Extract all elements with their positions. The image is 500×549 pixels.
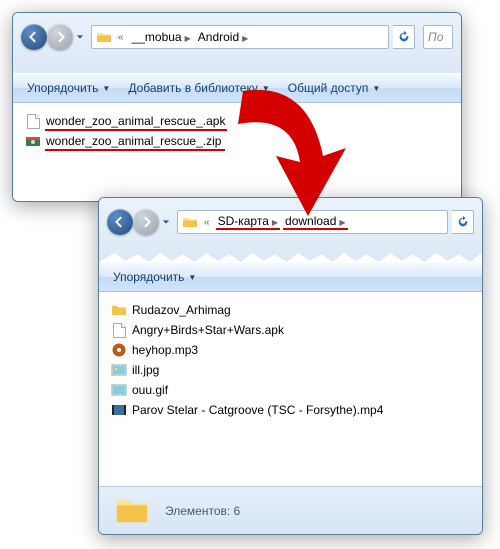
path-seg-android[interactable]: Android▶ <box>196 30 251 44</box>
organize-button[interactable]: Упорядочить▼ <box>107 268 202 286</box>
titlebar: « __mobua▶ Android▶ По <box>13 13 461 73</box>
refresh-button[interactable] <box>393 25 415 49</box>
path-prefix[interactable]: « <box>115 32 127 43</box>
file-item[interactable]: ouu.gif <box>111 380 470 400</box>
address-bar[interactable]: « __mobua▶ Android▶ <box>91 25 389 49</box>
explorer-window-source: « __mobua▶ Android▶ По Упорядочить▼ Доба… <box>12 12 462 202</box>
path-seg-download[interactable]: download▶ <box>283 214 348 230</box>
file-name: ill.jpg <box>132 363 159 377</box>
file-item[interactable]: wonder_zoo_animal_rescue_.apk <box>25 111 449 131</box>
forward-button[interactable] <box>133 209 159 235</box>
search-input[interactable]: По <box>423 25 453 49</box>
nav-history-drop[interactable] <box>159 209 173 235</box>
file-icon <box>25 113 41 129</box>
refresh-button[interactable] <box>452 210 474 234</box>
nav-history-drop[interactable] <box>73 24 87 50</box>
back-button[interactable] <box>21 24 47 50</box>
path-seg-sdcard[interactable]: SD-карта▶ <box>216 214 280 230</box>
status-text: Элементов: 6 <box>165 504 240 518</box>
underline <box>45 149 225 151</box>
back-button[interactable] <box>107 209 133 235</box>
file-item[interactable]: ill.jpg <box>111 360 470 380</box>
file-name: heyhop.mp3 <box>132 343 198 357</box>
forward-button[interactable] <box>47 24 73 50</box>
add-library-button[interactable]: Добавить в библиотеку▼ <box>122 79 275 97</box>
share-button[interactable]: Общий доступ▼ <box>282 79 387 97</box>
mp3-icon <box>111 342 127 358</box>
path-seg-mobua[interactable]: __mobua▶ <box>130 30 193 44</box>
nav-area: « __mobua▶ Android▶ По <box>21 21 453 53</box>
image-icon <box>111 382 127 398</box>
nav-area: « SD-карта▶ download▶ <box>107 206 474 238</box>
folder-icon <box>111 302 127 318</box>
folder-icon <box>96 29 112 45</box>
file-name: Rudazov_Arhimag <box>132 303 231 317</box>
video-icon <box>111 402 127 418</box>
nav-buttons <box>21 24 87 50</box>
file-name: Parov Stelar - Catgroove (TSC - Forsythe… <box>132 403 383 417</box>
status-bar: Элементов: 6 <box>99 486 482 534</box>
file-list: wonder_zoo_animal_rescue_.apk wonder_zoo… <box>13 103 461 202</box>
file-item[interactable]: Parov Stelar - Catgroove (TSC - Forsythe… <box>111 400 470 420</box>
toolbar: Упорядочить▼ Добавить в библиотеку▼ Общи… <box>13 73 461 103</box>
file-item[interactable]: heyhop.mp3 <box>111 340 470 360</box>
zip-icon <box>25 133 41 149</box>
image-icon <box>111 362 127 378</box>
nav-buttons <box>107 209 173 235</box>
file-name: Angry+Birds+Star+Wars.apk <box>132 323 284 337</box>
folder-icon <box>113 490 151 531</box>
folder-icon <box>182 214 198 230</box>
organize-button[interactable]: Упорядочить▼ <box>21 79 116 97</box>
titlebar: « SD-карта▶ download▶ <box>99 198 482 262</box>
file-name: ouu.gif <box>132 383 168 397</box>
path-prefix[interactable]: « <box>201 217 213 228</box>
file-list: Rudazov_Arhimag Angry+Birds+Star+Wars.ap… <box>99 292 482 492</box>
file-item[interactable]: Rudazov_Arhimag <box>111 300 470 320</box>
file-item[interactable]: Angry+Birds+Star+Wars.apk <box>111 320 470 340</box>
file-icon <box>111 322 127 338</box>
address-bar[interactable]: « SD-карта▶ download▶ <box>177 210 448 234</box>
file-name: wonder_zoo_animal_rescue_.zip <box>46 134 221 148</box>
explorer-window-target: « SD-карта▶ download▶ Упорядочить▼ Rudaz… <box>98 197 483 535</box>
file-name: wonder_zoo_animal_rescue_.apk <box>46 114 225 128</box>
file-item[interactable]: wonder_zoo_animal_rescue_.zip <box>25 131 449 151</box>
toolbar: Упорядочить▼ <box>99 262 482 292</box>
